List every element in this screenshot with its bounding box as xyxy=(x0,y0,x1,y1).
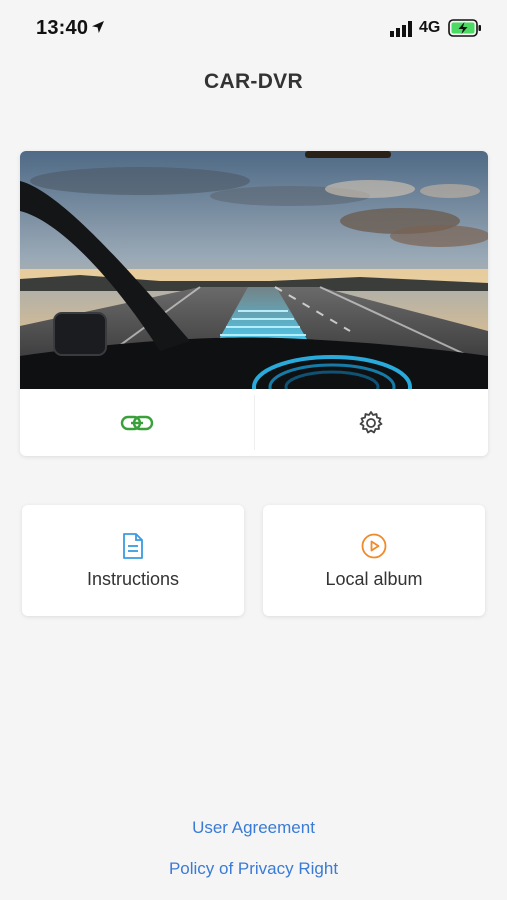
user-agreement-link[interactable]: User Agreement xyxy=(0,818,507,838)
instructions-tile[interactable]: Instructions xyxy=(22,505,244,616)
camera-card xyxy=(20,151,488,456)
play-circle-icon xyxy=(361,533,387,559)
settings-button[interactable] xyxy=(255,389,489,456)
camera-card-actions xyxy=(20,389,488,456)
gear-icon xyxy=(359,410,383,433)
privacy-policy-link[interactable]: Policy of Privacy Right xyxy=(0,859,507,879)
link-icon xyxy=(120,415,153,430)
status-time: 13:40 xyxy=(36,17,89,39)
page-title: CAR-DVR xyxy=(204,70,303,93)
document-icon xyxy=(123,533,143,559)
local-album-label: Local album xyxy=(325,569,423,589)
instructions-label: Instructions xyxy=(86,569,180,589)
battery-charging-icon xyxy=(448,19,481,37)
dashcam-road-hero-image xyxy=(20,151,488,389)
location-arrow-icon xyxy=(92,21,104,33)
connect-button[interactable] xyxy=(20,389,254,456)
local-album-tile[interactable]: Local album xyxy=(263,505,485,616)
network-label: 4G xyxy=(419,19,441,36)
signal-icon xyxy=(390,21,412,37)
status-bar: 13:40 4G xyxy=(0,0,507,56)
